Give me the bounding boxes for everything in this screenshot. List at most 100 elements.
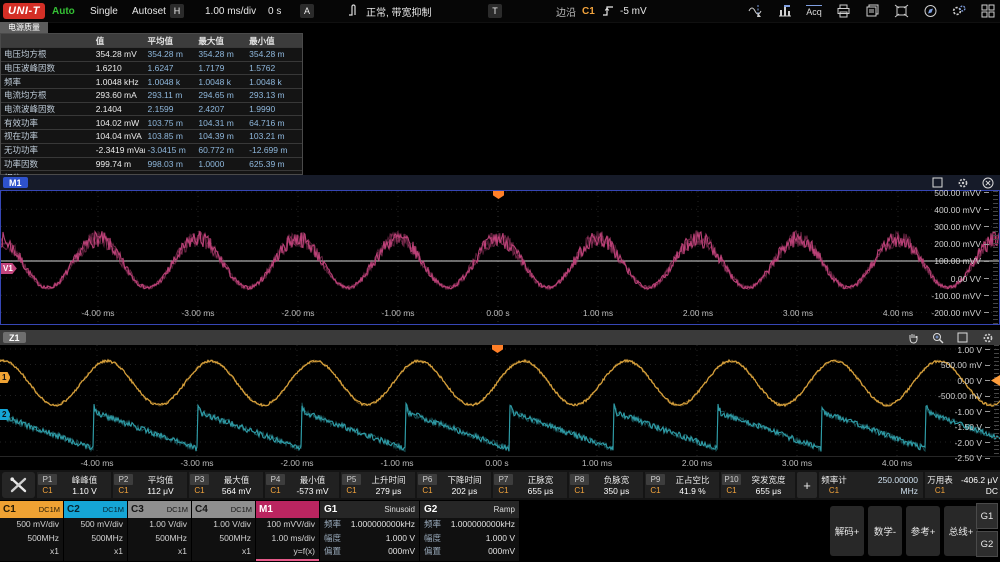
navigate-icon[interactable] (922, 3, 938, 19)
measurement-source: C1 (422, 486, 432, 496)
channel-tile-c2[interactable]: C2DC1M500 mV/div500MHzx1 (64, 501, 127, 561)
z1-scale-tick (985, 427, 990, 428)
generator-tile-g1[interactable]: G1Sinusoid频率1.000000000kHz幅度1.000 V偏置000… (320, 501, 419, 561)
m1-scale-label: -200.00 mVV (911, 308, 981, 318)
measurement-item[interactable]: P6C1下降时间202 μs (417, 472, 491, 498)
measurement-label: 下降时间 (447, 475, 481, 485)
dvm-readout[interactable]: 万用表 C1 -406.2 μV DC (925, 472, 1000, 498)
freq-counter-label: 频率计 (821, 475, 847, 485)
math-tile-m1[interactable]: M1100 mVV/div1.00 ms/divy=f(x) (256, 501, 319, 561)
cursor-waveform-icon[interactable] (748, 3, 764, 19)
measure-row[interactable]: 无功功率-2.3419 mVar-3.0415 m60.772 m-12.699… (1, 143, 302, 157)
print-icon[interactable] (835, 3, 851, 19)
timebase-offset[interactable]: 0 s (268, 0, 281, 22)
measure-row[interactable]: 电压均方根354.28 mV354.28 m354.28 m354.28 m (1, 47, 302, 61)
m1-scale-tick (984, 244, 989, 245)
measure-value: 1.7179 (195, 63, 246, 73)
measurement-id-column: P9C1 (645, 472, 666, 498)
generator-tile-g2[interactable]: G2Ramp频率1.000000000kHz幅度1.000 V偏置000mV (420, 501, 519, 561)
measure-value: 104.04 mVA (93, 131, 145, 141)
menu-grid-icon[interactable] (980, 3, 996, 19)
acq-icon[interactable]: Acq (806, 3, 822, 19)
channel-tile-c4[interactable]: C4DC1M1.00 V/div500MHzx1 (192, 501, 255, 561)
channel-setting: 500MHz (192, 532, 255, 546)
measure-row[interactable]: 频率1.0048 kHz1.0048 k1.0048 k1.0048 k (1, 74, 302, 88)
channel-name: C2 (67, 504, 80, 515)
channel-header: C1DC1M (0, 501, 63, 518)
add-measurement-button[interactable]: + (797, 472, 817, 498)
trigger-type[interactable]: 边沿 (556, 0, 576, 22)
tools-button[interactable] (2, 472, 35, 498)
measurement-text-column: 下降时间202 μs (438, 472, 491, 498)
generator-setting-label: 偏置 (324, 545, 341, 559)
measure-row[interactable]: 电压波峰因数1.62101.62471.71791.5762 (1, 61, 302, 75)
trigger-level[interactable]: -5 mV (620, 0, 647, 22)
measurement-source: C1 (194, 486, 204, 496)
measurement-item[interactable]: P1C1峰峰值1.10 V (37, 472, 111, 498)
channel-tile-c1[interactable]: C1DC1M500 mV/div500MHzx1 (0, 501, 63, 561)
measurement-id-column: P4C1 (265, 472, 286, 498)
zoom-pane-titlebar[interactable]: Z1 (0, 330, 1000, 345)
measure-value: 104.31 m (195, 118, 246, 128)
generator-setting: 频率1.000000000kHz (420, 518, 519, 532)
channel-setting: x1 (0, 545, 63, 559)
storage-icon[interactable] (864, 3, 880, 19)
generator-setting-label: 幅度 (324, 532, 341, 546)
measure-row[interactable]: 电流波峰因数2.14042.15992.42071.9990 (1, 102, 302, 116)
zoom-pane-badge[interactable]: Z1 (3, 332, 26, 343)
trigger-key[interactable]: T (488, 4, 502, 18)
horizontal-key[interactable]: H (170, 4, 184, 18)
measure-row[interactable]: 电流均方根293.60 mA293.11 m294.65 m293.13 m (1, 88, 302, 102)
measure-icon[interactable] (777, 3, 793, 19)
measurement-label: 上升时间 (371, 475, 405, 485)
measurement-item[interactable]: P4C1最小值-573 mV (265, 472, 339, 498)
zoom-plot-area[interactable]: 1.00 V500.00 mV0.00 V-500.00 mV-1.00 V-1… (0, 345, 1000, 457)
autoset-button[interactable]: Autoset (126, 0, 172, 22)
measurement-item[interactable]: P10C1突发宽度655 μs (721, 472, 795, 498)
display-icon[interactable] (893, 3, 909, 19)
acquire-info[interactable]: 正常, 带宽抑制 (366, 0, 432, 22)
utility-icon[interactable] (951, 3, 967, 19)
measurement-label: 最小值 (300, 475, 326, 485)
measure-row[interactable]: 有效功率104.02 mW103.75 m104.31 m64.716 m (1, 115, 302, 129)
math-pane-titlebar[interactable]: M1 (0, 175, 1000, 190)
timebase-scale[interactable]: 1.00 ms/div (205, 0, 256, 22)
quick-add-button[interactable]: 总线+ (944, 506, 978, 556)
single-button[interactable]: Single (84, 0, 124, 22)
settings-icon[interactable] (981, 331, 994, 344)
measurement-item[interactable]: P7C1正脉宽655 μs (493, 472, 567, 498)
measure-panel-tab[interactable]: 电源质量 (0, 22, 48, 33)
acquire-key[interactable]: A (300, 4, 314, 18)
quick-add-button[interactable]: 数学- (868, 506, 902, 556)
measurement-value: 279 μs (376, 486, 402, 496)
gen-side-button-g2[interactable]: G2 (976, 531, 998, 557)
window-icon[interactable] (956, 331, 969, 344)
math-plot-area[interactable]: 500.00 mVV400.00 mVV300.00 mVV200.00 mVV… (0, 190, 1000, 325)
channel-coupling: DC1M (103, 505, 124, 514)
measurement-item[interactable]: P8C1负脉宽350 μs (569, 472, 643, 498)
measure-value: 64.716 m (246, 118, 302, 128)
zoom-in-icon[interactable] (931, 331, 944, 344)
measurement-source: C1 (498, 486, 508, 496)
gen-side-button-g1[interactable]: G1 (976, 503, 998, 529)
measure-row[interactable]: 视在功率104.04 mVA103.85 m104.39 m103.21 m (1, 129, 302, 143)
channel-tile-c3[interactable]: C3DC1M1.00 V/div500MHzx1 (128, 501, 191, 561)
measure-row[interactable]: 功率因数999.74 m998.03 m1.0000625.39 m (1, 157, 302, 171)
quick-add-button[interactable]: 参考+ (906, 506, 940, 556)
measurement-item[interactable]: P9C1正占空比41.9 % (645, 472, 719, 498)
measurement-item[interactable]: P5C1上升时间279 μs (341, 472, 415, 498)
math-pane-badge[interactable]: M1 (3, 177, 28, 188)
quick-add-button[interactable]: 解码+ (830, 506, 864, 556)
freq-counter[interactable]: 频率计 C1 250.00000 MHz (819, 472, 923, 498)
drag-hand-icon[interactable] (906, 331, 919, 344)
close-icon[interactable] (981, 176, 994, 189)
trigger-source[interactable]: C1 (582, 0, 595, 22)
m1-scale-tick (984, 226, 989, 227)
measure-value: -2.3419 mVar (93, 145, 145, 155)
run-mode-button[interactable]: Auto (46, 0, 81, 22)
measurement-text-column: 峰峰值1.10 V (58, 472, 111, 498)
measurement-item[interactable]: P2C1平均值112 μV (113, 472, 187, 498)
channel-header: C3DC1M (128, 501, 191, 518)
measure-value: 103.21 m (246, 131, 302, 141)
measurement-item[interactable]: P3C1最大值564 mV (189, 472, 263, 498)
